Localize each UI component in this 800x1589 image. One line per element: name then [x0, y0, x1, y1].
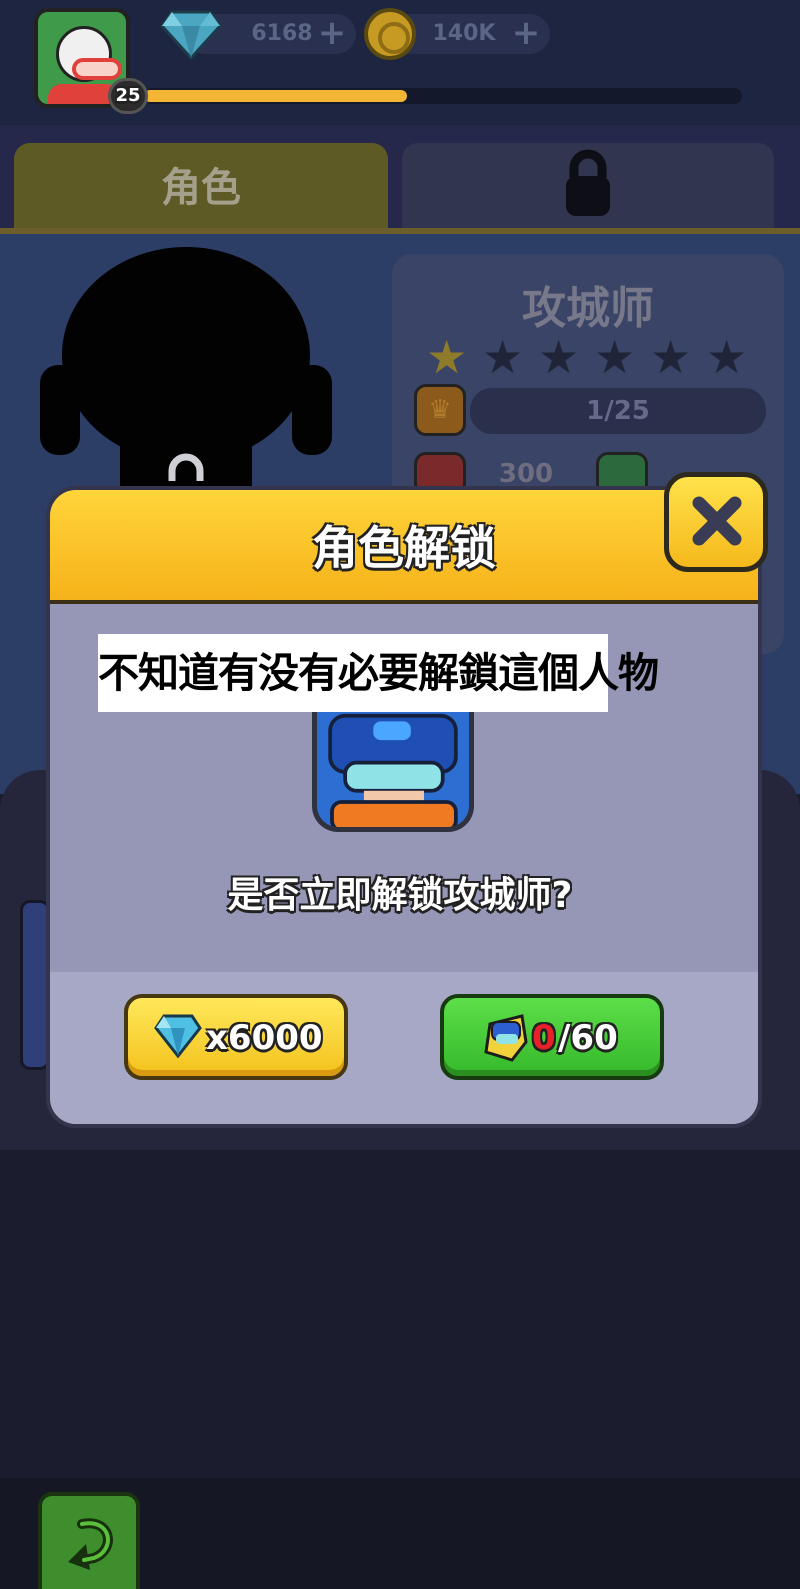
gem-icon: [154, 1014, 202, 1058]
shard-needed-count: /60: [558, 1018, 618, 1058]
dialog-header: 角色解锁: [50, 490, 758, 604]
unlock-question: 是否立即解锁攻城师?: [227, 875, 573, 916]
close-button[interactable]: [664, 472, 768, 572]
shard-owned-count: 0: [532, 1018, 556, 1058]
shard-icon: [484, 1014, 528, 1062]
close-icon: [692, 496, 742, 546]
unlock-with-shards-button[interactable]: 0 /60: [440, 994, 664, 1080]
character-portrait: [312, 712, 474, 832]
dialog-title: 角色解锁: [312, 521, 496, 575]
gem-cost-label: x6000: [206, 1018, 323, 1058]
unlock-with-gems-button[interactable]: x6000: [124, 994, 348, 1080]
siege-engineer-portrait-icon: [328, 713, 458, 827]
video-caption: 不知道有没有必要解鎖這個人物: [98, 634, 659, 712]
